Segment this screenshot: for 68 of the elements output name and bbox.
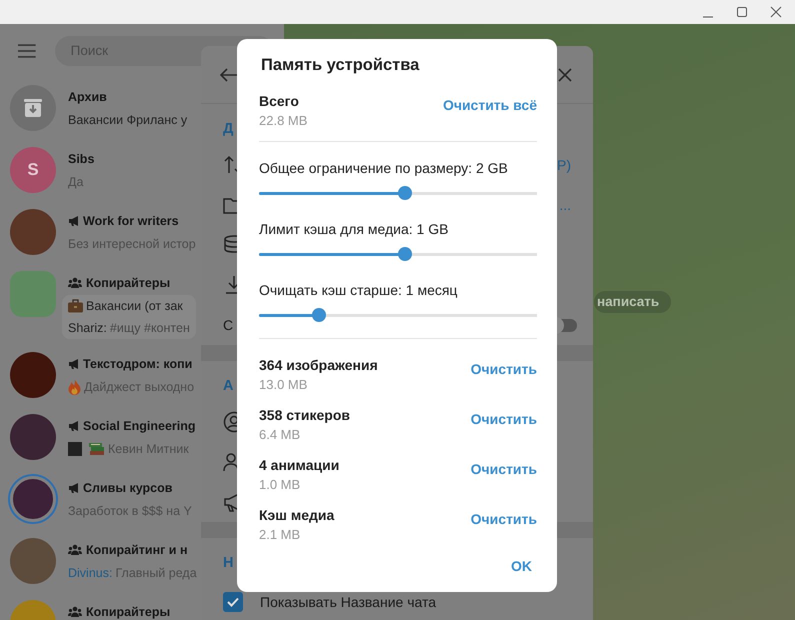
setting-value: Р) <box>557 157 571 173</box>
clear-button[interactable]: Очистить <box>470 359 537 379</box>
item-label: 4 анимации <box>259 456 340 475</box>
checkbox[interactable] <box>223 592 243 612</box>
arrows-icon <box>223 154 237 176</box>
people-icon <box>223 451 237 473</box>
maximize-icon[interactable] <box>736 6 748 18</box>
chat-title: Sibs <box>68 152 94 166</box>
clear-button[interactable]: Очистить всё <box>442 95 537 115</box>
clear-button[interactable]: Очистить <box>470 509 537 529</box>
item-size: 13.0 MB <box>259 376 308 394</box>
people-icon <box>68 544 82 556</box>
chat-title: Копирайтинг и н <box>86 543 188 557</box>
message-preview: #ищу #контен <box>110 321 190 335</box>
chat-title: Сливы курсов <box>83 481 172 495</box>
download-icon <box>223 274 237 296</box>
item-label: Кэш медиа <box>259 506 334 525</box>
slider-thumb[interactable] <box>398 186 412 200</box>
people-icon <box>68 277 82 289</box>
ok-button[interactable]: OK <box>506 550 537 582</box>
slider-label: Очищать кэш старше: 1 месяц <box>259 281 458 300</box>
briefcase-icon <box>68 299 83 313</box>
item-size: 6.4 MB <box>259 426 302 444</box>
slider-label: Общее ограничение по размеру: 2 GB <box>259 159 509 178</box>
photo-placeholder <box>68 442 82 456</box>
setting-value: ... <box>559 197 571 213</box>
megaphone-icon <box>68 215 79 227</box>
books-icon <box>89 442 105 456</box>
chat-title: Work for writers <box>83 214 179 228</box>
setting-label: Показывать Название чата <box>260 594 436 610</box>
flame-icon <box>68 379 81 395</box>
write-button[interactable]: написать <box>594 291 672 313</box>
item-size: 22.8 MB <box>259 112 308 130</box>
menu-icon[interactable] <box>18 44 36 58</box>
slider-thumb[interactable] <box>312 308 326 322</box>
slider-label: Лимит кэша для медиа: 1 GB <box>259 220 450 239</box>
chat-title: Social Engineering <box>83 419 196 433</box>
megaphone-icon <box>68 482 79 494</box>
clear-button[interactable]: Очистить <box>470 409 537 429</box>
checkmark-icon <box>227 597 239 607</box>
item-label: 358 стикеров <box>259 406 350 425</box>
close-icon[interactable] <box>770 6 782 18</box>
megaphone-icon <box>68 420 79 432</box>
sender-name: Shariz: <box>68 321 107 335</box>
avatar: S <box>10 147 56 193</box>
section-title: Н <box>223 554 234 573</box>
chat-title: Копирайтеры <box>86 276 170 290</box>
sender-name: Divinus: <box>68 566 112 580</box>
item-label: 364 изображения <box>259 356 378 375</box>
chat-title: Текстодром: копи <box>83 357 192 371</box>
close-icon[interactable] <box>558 68 572 82</box>
setting-label: С <box>223 317 234 333</box>
item-size: 2.1 MB <box>259 526 302 544</box>
message-preview: Вакансии (от зак <box>86 299 183 313</box>
item-size: 1.0 MB <box>259 476 302 494</box>
account-icon <box>223 411 237 433</box>
chat-title: Архив <box>68 90 107 104</box>
section-title: Д <box>223 120 234 139</box>
chat-title: Копирайтеры <box>86 605 170 619</box>
item-label: Всего <box>259 92 300 111</box>
clear-button[interactable]: Очистить <box>470 459 537 479</box>
section-title: А <box>223 377 234 396</box>
archive-icon <box>23 98 43 118</box>
message-preview: Вакансии Фриланс у <box>68 113 188 127</box>
slider-thumb[interactable] <box>398 247 412 261</box>
megaphone-icon <box>68 358 79 370</box>
back-arrow-icon[interactable] <box>220 68 238 82</box>
people-icon <box>68 606 82 618</box>
